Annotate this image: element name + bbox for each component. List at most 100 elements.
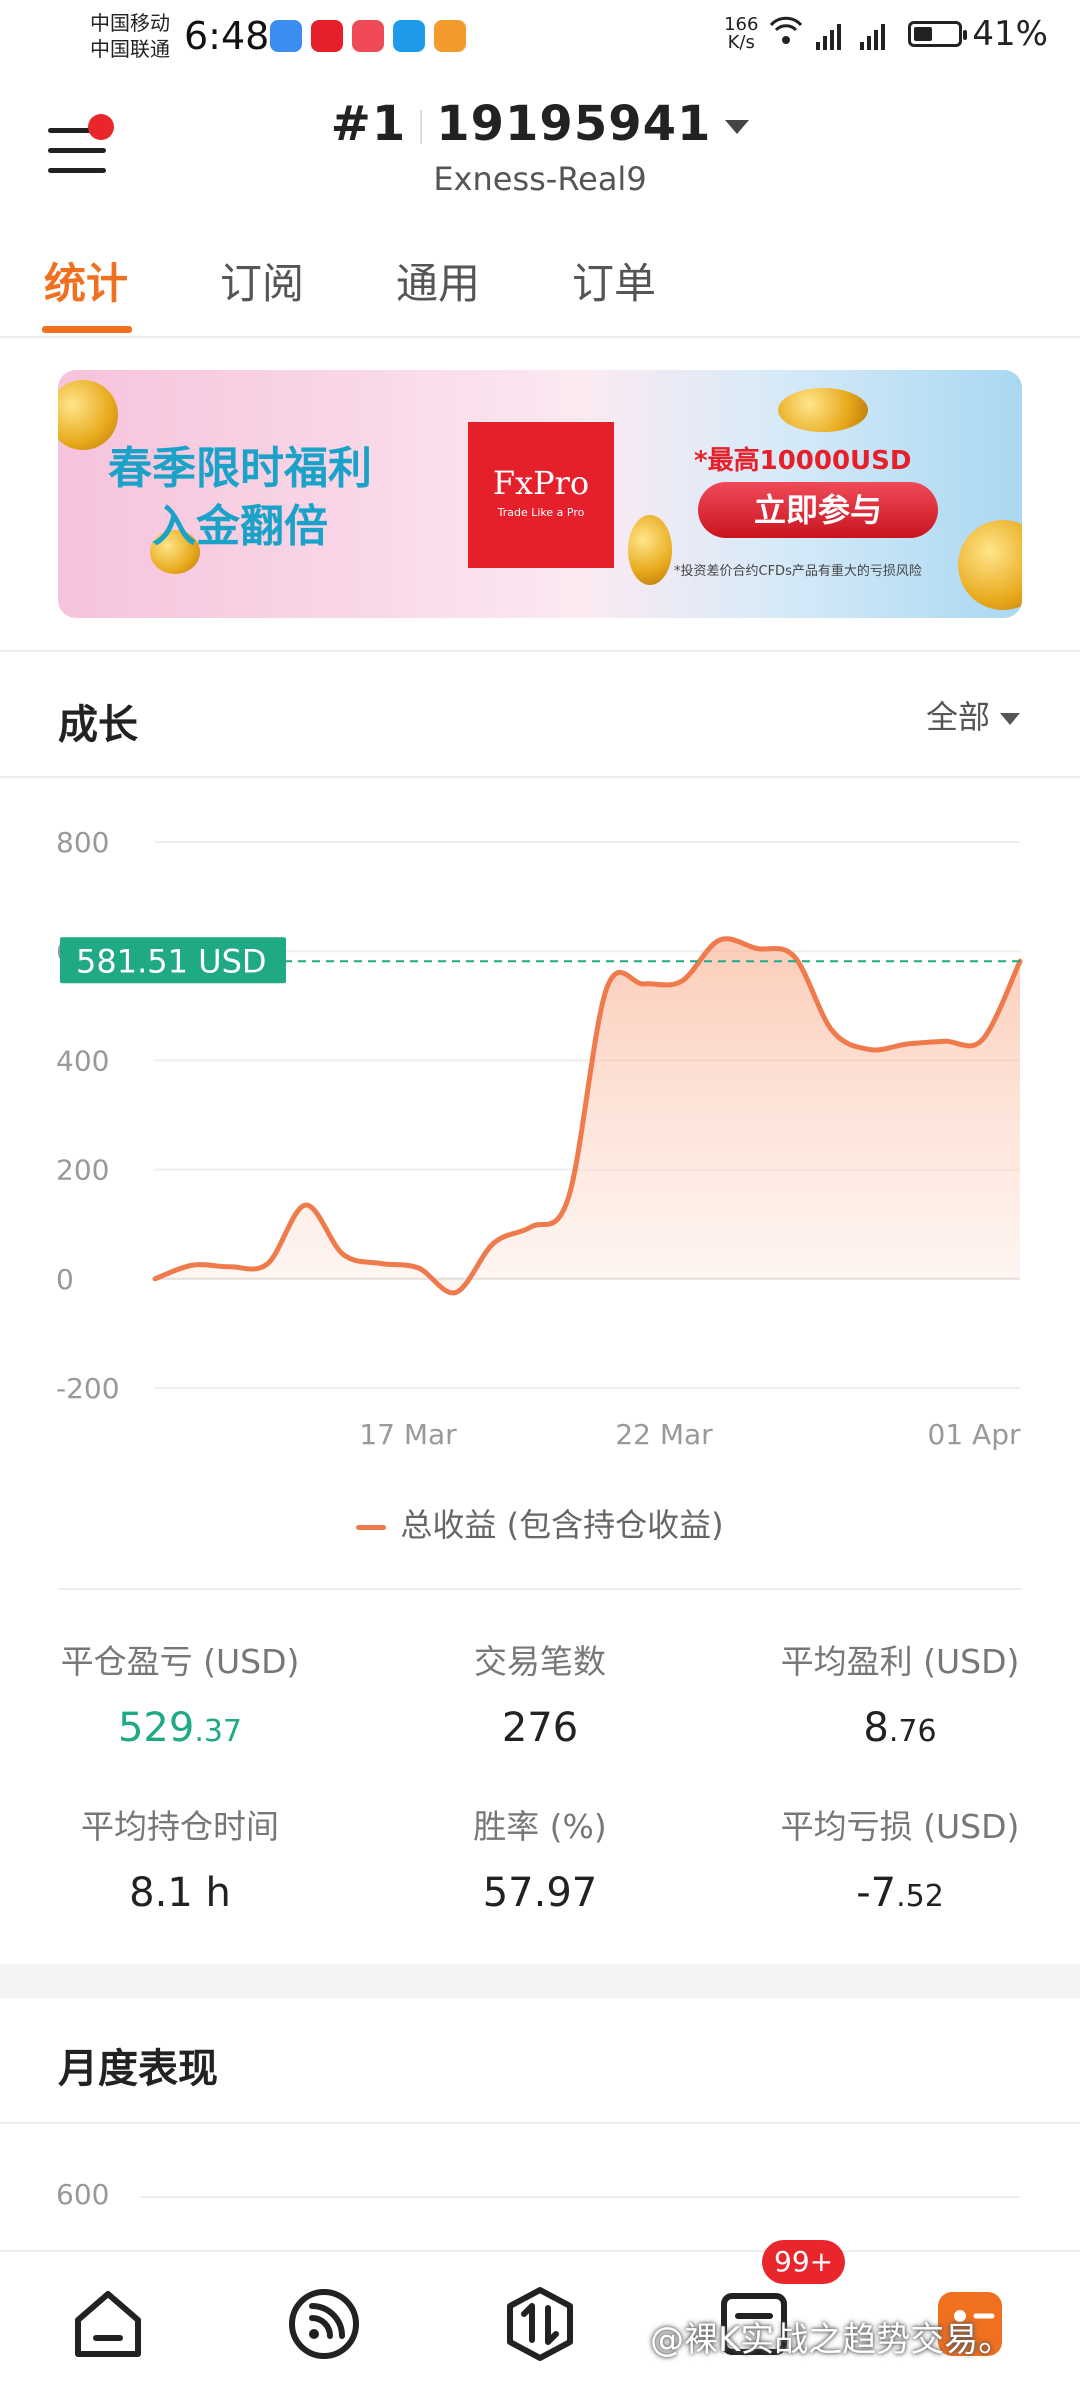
stat-label: 平仓盈亏 (USD) — [60, 1642, 300, 1681]
video-app-icon — [434, 20, 466, 52]
stat-value-dec: .76 — [888, 1714, 937, 1749]
account-selector[interactable]: #1 19195941 Exness-Real9 — [0, 96, 1080, 198]
section-gap — [0, 1964, 1080, 1998]
tab-general[interactable]: 通用 — [396, 250, 480, 311]
stat-avg-loss: 平均亏损 (USD) -7.52 — [740, 1800, 1060, 1916]
brand-name: FxPro — [492, 464, 590, 502]
stat-value-int: 529 — [117, 1705, 195, 1751]
account-rank: #1 — [330, 96, 407, 152]
chart-legend[interactable]: 总收益 (包含持仓收益) — [0, 1500, 1080, 1546]
carrier-2: 中国联通 — [90, 37, 170, 61]
banner-title-line1: 春季限时福利 — [108, 443, 372, 494]
stat-label: 平均持仓时间 — [81, 1807, 279, 1846]
account-server: Exness-Real9 — [433, 160, 647, 198]
monthly-gridline — [140, 2196, 1020, 2198]
signal-feed-icon — [289, 2289, 359, 2359]
y-tick-label: 400 — [56, 1044, 109, 1077]
message-count-badge: 99+ — [762, 2240, 846, 2284]
current-value-tag: 581.51 USD — [60, 937, 286, 984]
join-now-button[interactable]: 立即参与 — [698, 482, 938, 538]
banner-title-line2: 入金翻倍 — [152, 501, 328, 552]
clock: 6:48 — [184, 14, 270, 58]
risk-disclaimer: *投资差价合约CFDs产品有重大的亏损风险 — [674, 564, 922, 579]
tab-stats[interactable]: 统计 — [44, 250, 128, 311]
x-tick-label: 01 Apr — [928, 1418, 1021, 1450]
tab-bar: 统计 订阅 通用 订单 — [0, 240, 1080, 338]
divider — [0, 2122, 1080, 2124]
promo-amount: *最高10000USD — [694, 446, 912, 476]
tab-subscribe[interactable]: 订阅 — [220, 250, 304, 311]
nav-trade[interactable] — [500, 2284, 580, 2364]
stat-value: 8.76 — [740, 1705, 1060, 1751]
monthly-title: 月度表现 — [58, 2046, 218, 2092]
huawei-app-icon — [352, 20, 384, 52]
range-dropdown[interactable]: 全部 — [926, 692, 1020, 738]
brand-tagline: Trade Like a Pro — [497, 506, 585, 519]
stat-value-int: 276 — [501, 1705, 579, 1751]
cloud-app-icon — [270, 20, 302, 52]
banner-title: 春季限时福利 入金翻倍 — [108, 440, 372, 556]
stat-value-int: 8 — [863, 1705, 889, 1751]
account-number: 19195941 — [436, 96, 712, 152]
status-indicators: 166 K/s 41% — [724, 14, 1048, 54]
y-tick-label: 800 — [56, 826, 109, 859]
nav-home[interactable] — [68, 2284, 148, 2364]
stat-value: 276 — [380, 1705, 700, 1751]
news-app-icon — [311, 20, 343, 52]
top-bar: #1 19195941 Exness-Real9 — [0, 80, 1080, 210]
signal-icon — [770, 16, 886, 50]
divider — [0, 776, 1080, 778]
current-value-label: 581.51 USD — [76, 942, 267, 980]
carrier-1: 中国移动 — [90, 11, 170, 35]
net-speed-unit: K/s — [727, 32, 755, 53]
search-app-icon — [393, 20, 425, 52]
stat-value: 8.1 h — [20, 1870, 340, 1916]
nav-feed[interactable] — [284, 2284, 364, 2364]
divider — [58, 1588, 1022, 1590]
fxpro-logo: FxPro Trade Like a Pro — [468, 422, 614, 568]
stat-value-int: -7 — [856, 1870, 897, 1916]
monthly-y-tick: 600 — [56, 2178, 110, 2211]
growth-chart-svg[interactable]: 8006004002000-200 581.51 USD 17 Mar22 Ma… — [0, 810, 1080, 1451]
growth-chart[interactable]: 8006004002000-200 581.51 USD 17 Mar22 Ma… — [0, 810, 1080, 1451]
stat-avg-profit: 平均盈利 (USD) 8.76 — [740, 1635, 1060, 1751]
stat-value-dec: .37 — [194, 1714, 243, 1749]
stat-trade-count: 交易笔数 276 — [380, 1635, 700, 1751]
coin-icon — [778, 388, 868, 432]
stat-value: 529.37 — [20, 1705, 340, 1751]
y-tick-label: 200 — [56, 1154, 109, 1187]
chevron-down-icon — [1000, 713, 1020, 725]
stat-value-dec: .52 — [896, 1879, 944, 1914]
y-tick-label: -200 — [56, 1372, 120, 1405]
notification-icons — [270, 20, 466, 52]
battery-percent: 41% — [972, 14, 1048, 54]
legend-label: 总收益 (包含持仓收益) — [400, 1506, 724, 1544]
stat-label: 交易笔数 — [474, 1642, 606, 1681]
watermark: @裸K实战之趋势交易。 — [650, 2320, 1013, 2360]
account-line[interactable]: #1 19195941 — [0, 96, 1080, 152]
trade-icon — [507, 2287, 573, 2361]
range-dropdown-label: 全部 — [925, 698, 990, 736]
battery-fill — [914, 27, 932, 41]
x-tick-label: 17 Mar — [359, 1418, 457, 1450]
battery-icon — [908, 21, 968, 47]
stat-label: 平均盈利 (USD) — [780, 1642, 1020, 1681]
stat-label: 平均亏损 (USD) — [780, 1807, 1020, 1846]
stat-value: -7.52 — [740, 1870, 1060, 1916]
tab-orders[interactable]: 订单 — [572, 250, 656, 311]
stat-value-int: 57.97 — [482, 1870, 598, 1916]
caret-down-icon[interactable] — [725, 120, 750, 134]
stat-label: 胜率 (%) — [473, 1807, 607, 1846]
y-tick-label: 0 — [56, 1263, 74, 1296]
tab-active-indicator — [42, 326, 132, 333]
stat-win-rate: 胜率 (%) 57.97 — [380, 1800, 700, 1916]
carrier-labels: 中国移动 中国联通 — [90, 10, 170, 62]
growth-title: 成长 — [58, 702, 138, 748]
stat-closed-pnl: 平仓盈亏 (USD) 529.37 — [20, 1635, 340, 1751]
coin-icon — [958, 520, 1022, 610]
net-speed: 166 K/s — [724, 16, 758, 52]
legend-swatch — [356, 1524, 387, 1530]
stat-value-int: 8.1 h — [129, 1870, 231, 1916]
bottom-nav: 99+ @裸K实战之趋势交易。 — [0, 2240, 1080, 2402]
promo-banner[interactable]: 春季限时福利 入金翻倍 FxPro Trade Like a Pro *最高10… — [58, 370, 1022, 618]
